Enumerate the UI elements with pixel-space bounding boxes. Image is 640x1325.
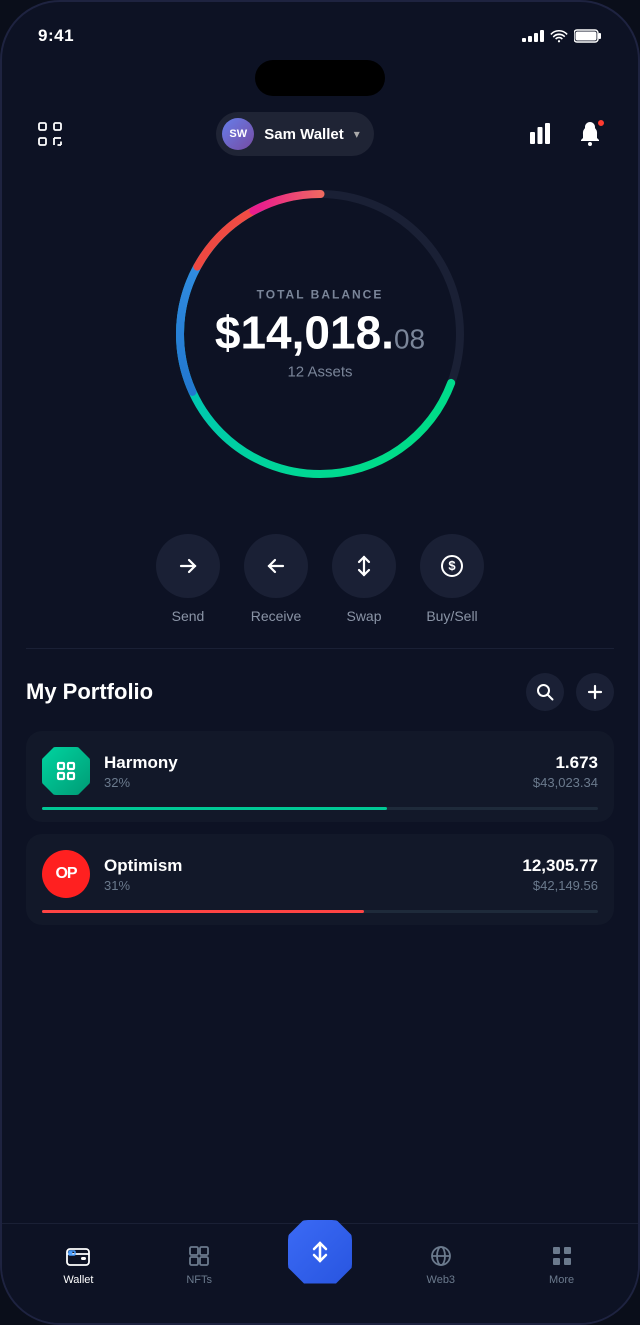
signal-icon	[522, 30, 544, 42]
optimism-values: 12,305.77 $42,149.56	[522, 856, 598, 893]
notification-button[interactable]	[570, 114, 610, 154]
swap-action[interactable]: Swap	[332, 534, 396, 624]
buysell-label: Buy/Sell	[426, 608, 477, 624]
asset-item-optimism[interactable]: OP Optimism 31% 12,305.77 $42,149.56	[26, 834, 614, 925]
balance-whole: $14,018.	[215, 307, 394, 359]
scan-icon-button[interactable]	[30, 114, 70, 154]
optimism-bar	[42, 910, 364, 913]
chevron-down-icon: ▾	[354, 127, 360, 141]
balance-assets: 12 Assets	[215, 364, 425, 381]
status-time: 9:41	[38, 26, 74, 46]
status-icons	[522, 29, 602, 43]
notification-dot	[596, 118, 606, 128]
harmony-value: $43,023.34	[533, 775, 598, 790]
asset-left: OP Optimism 31%	[42, 850, 182, 898]
optimism-bar-container	[42, 910, 598, 913]
asset-left: Harmony 32%	[42, 747, 178, 795]
portfolio-section: My Portfolio	[2, 649, 638, 925]
wallet-name: Sam Wallet	[264, 126, 343, 143]
more-icon	[548, 1242, 576, 1270]
optimism-icon: OP	[42, 850, 90, 898]
harmony-name-group: Harmony 32%	[104, 753, 178, 790]
buysell-button[interactable]: $	[420, 534, 484, 598]
nav-item-center[interactable]	[260, 1232, 381, 1296]
wallet-icon	[64, 1242, 92, 1270]
web3-icon	[427, 1242, 455, 1270]
balance-cents: 08	[394, 324, 425, 355]
harmony-amount: 1.673	[533, 753, 598, 773]
receive-label: Receive	[251, 608, 302, 624]
send-action[interactable]: Send	[156, 534, 220, 624]
wallet-selector[interactable]: SW Sam Wallet ▾	[216, 112, 374, 156]
harmony-pct: 32%	[104, 775, 178, 790]
nav-item-nfts[interactable]: NFTs	[139, 1242, 260, 1286]
header-right	[520, 114, 610, 154]
battery-icon	[574, 29, 602, 43]
swap-center-button[interactable]	[288, 1220, 352, 1284]
chart-button[interactable]	[520, 114, 560, 154]
nfts-icon	[185, 1242, 213, 1270]
swap-button[interactable]	[332, 534, 396, 598]
optimism-pct: 31%	[104, 878, 182, 893]
nav-item-web3[interactable]: Web3	[380, 1242, 501, 1286]
asset-top: OP Optimism 31% 12,305.77 $42,149.56	[42, 850, 598, 898]
dynamic-island	[255, 60, 385, 96]
asset-top: Harmony 32% 1.673 $43,023.34	[42, 747, 598, 795]
optimism-amount: 12,305.77	[522, 856, 598, 876]
receive-action[interactable]: Receive	[244, 534, 308, 624]
balance-circle: TOTAL BALANCE $14,018.08 12 Assets	[160, 174, 480, 494]
harmony-bar-container	[42, 807, 598, 810]
avatar: SW	[222, 118, 254, 150]
balance-info: TOTAL BALANCE $14,018.08 12 Assets	[215, 288, 425, 381]
receive-button[interactable]	[244, 534, 308, 598]
balance-label: TOTAL BALANCE	[215, 288, 425, 302]
buysell-action[interactable]: $ Buy/Sell	[420, 534, 484, 624]
harmony-icon	[42, 747, 90, 795]
phone-frame: 9:41	[0, 0, 640, 1325]
balance-amount: $14,018.08	[215, 310, 425, 356]
web3-nav-label: Web3	[427, 1274, 456, 1286]
wallet-nav-label: Wallet	[63, 1274, 93, 1286]
actions-row: Send Receive Swap	[2, 514, 638, 648]
svg-text:$: $	[448, 558, 456, 573]
wifi-icon	[550, 29, 568, 43]
send-label: Send	[172, 608, 205, 624]
add-button[interactable]	[576, 673, 614, 711]
bottom-nav: Wallet NFTs	[2, 1223, 638, 1323]
optimism-name: Optimism	[104, 856, 182, 876]
nfts-nav-label: NFTs	[186, 1274, 212, 1286]
harmony-bar	[42, 807, 387, 810]
optimism-value: $42,149.56	[522, 878, 598, 893]
header: SW Sam Wallet ▾	[2, 96, 638, 164]
status-bar: 9:41	[2, 2, 638, 56]
search-button[interactable]	[526, 673, 564, 711]
harmony-name: Harmony	[104, 753, 178, 773]
harmony-values: 1.673 $43,023.34	[533, 753, 598, 790]
more-nav-label: More	[549, 1274, 574, 1286]
asset-item-harmony[interactable]: Harmony 32% 1.673 $43,023.34	[26, 731, 614, 822]
nav-item-wallet[interactable]: Wallet	[18, 1242, 139, 1286]
send-button[interactable]	[156, 534, 220, 598]
nav-item-more[interactable]: More	[501, 1242, 622, 1286]
optimism-name-group: Optimism 31%	[104, 856, 182, 893]
portfolio-title: My Portfolio	[26, 679, 153, 705]
swap-label: Swap	[346, 608, 381, 624]
balance-section: TOTAL BALANCE $14,018.08 12 Assets	[2, 164, 638, 514]
portfolio-actions	[526, 673, 614, 711]
portfolio-header: My Portfolio	[26, 673, 614, 711]
